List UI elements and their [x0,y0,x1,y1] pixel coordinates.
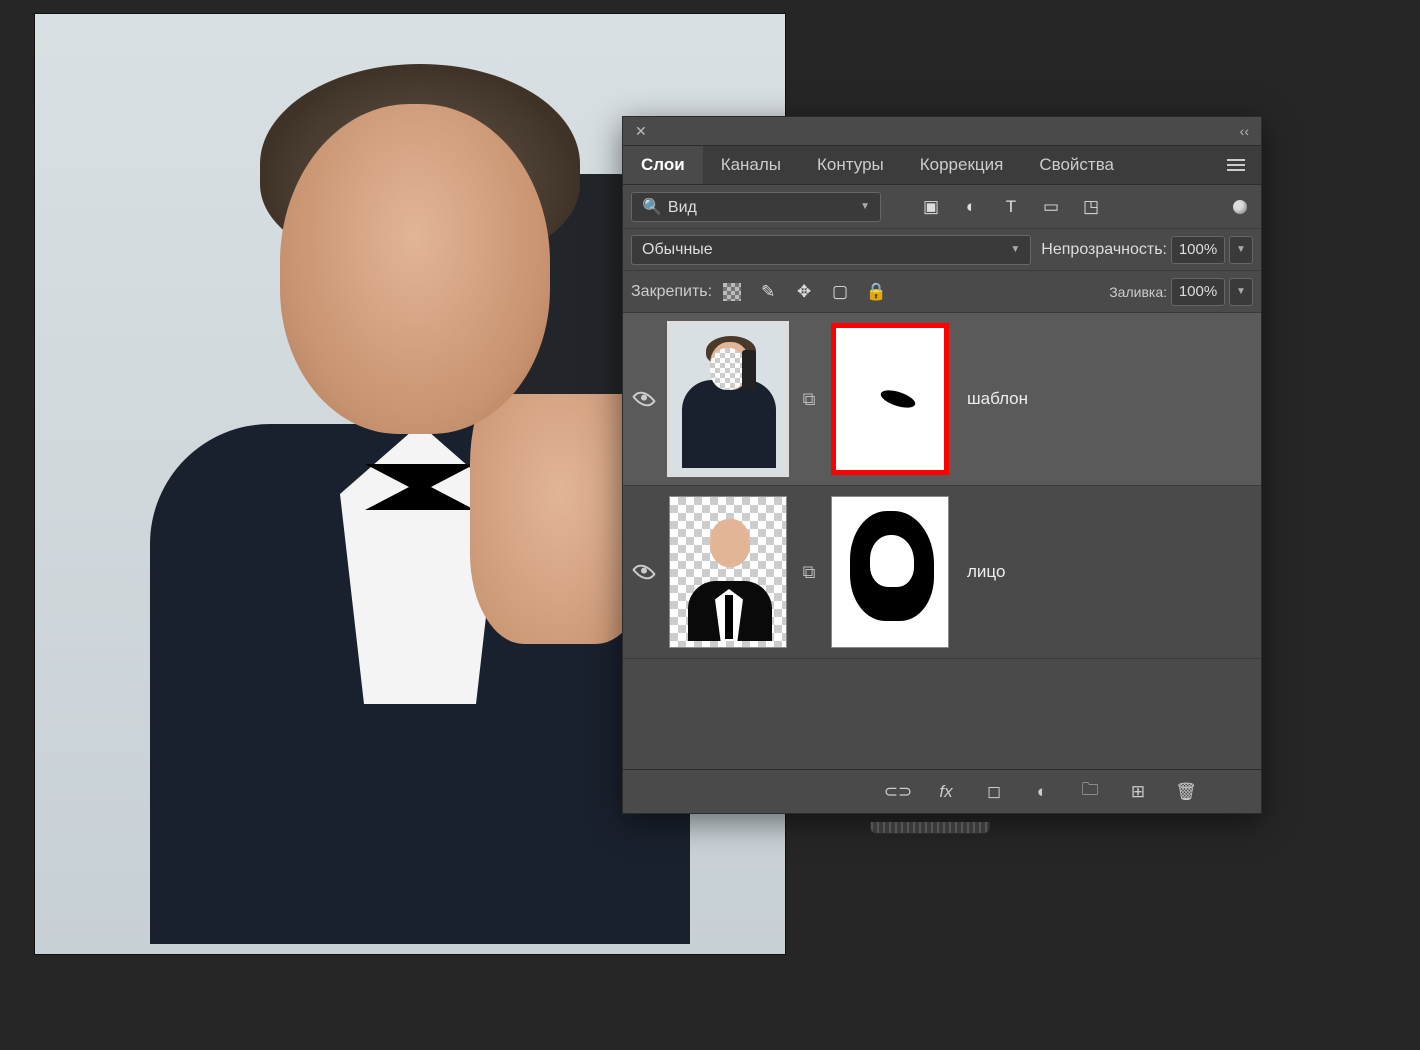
tab-layers[interactable]: Слои [623,146,703,184]
filter-shape-icon[interactable]: ▭ [1041,197,1061,217]
layer-kind-select[interactable]: 🔍 Вид ▼ [631,192,881,222]
mask-link-icon[interactable]: ⧉ [799,558,819,586]
opacity-value[interactable]: 100% [1171,236,1225,264]
lock-brush-icon[interactable]: ✎ [758,282,778,302]
tab-adjustments[interactable]: Коррекция [902,146,1022,184]
layer-name[interactable]: лицо [967,562,1005,582]
filter-image-icon[interactable]: ▣ [921,197,941,217]
layers-list: ⧉ шаблон ⧉ лицо [623,313,1261,659]
visibility-eye-icon[interactable] [632,560,656,584]
layer-mask-thumbnail[interactable] [831,323,949,475]
lock-transparency-icon[interactable] [722,282,742,302]
filter-toggle[interactable] [1233,200,1247,214]
delete-layer-icon[interactable]: 🗑 [1176,782,1196,802]
lock-all-icon[interactable]: 🔒 [866,282,886,302]
new-layer-icon[interactable]: ⊞ [1128,782,1148,802]
fill-value[interactable]: 100% [1171,278,1225,306]
search-icon: 🔍 [642,199,662,216]
blend-row: Обычные ▼ Непрозрачность: 100% ▼ [623,229,1261,271]
layer-style-icon[interactable]: fx [936,782,956,802]
layer-row[interactable]: ⧉ лицо [623,486,1261,659]
opacity-chevron[interactable]: ▼ [1229,236,1253,264]
layer-row[interactable]: ⧉ шаблон [623,313,1261,486]
tab-properties[interactable]: Свойства [1021,146,1132,184]
kind-label: Вид [668,199,697,216]
lock-label: Закрепить: [631,283,712,301]
add-mask-icon[interactable]: ◻ [984,782,1004,802]
collapse-icon[interactable]: ‹‹ [1236,123,1253,139]
chevron-down-icon: ▼ [860,201,870,212]
filter-smart-icon[interactable]: ◳ [1081,197,1101,217]
link-layers-icon[interactable]: ⊂⊃ [888,782,908,802]
fill-label: Заливка: [1109,284,1167,300]
layers-bottom-toolbar: ⊂⊃ fx ◻ ◐ 🗀 ⊞ 🗑 [623,769,1261,813]
layer-thumbnail[interactable] [669,323,787,475]
lock-row: Закрепить: ✎ ✥ ▢ 🔒 Заливка: 100% ▼ [623,271,1261,313]
panel-empty-area[interactable] [623,659,1261,769]
panel-grip[interactable] [870,822,990,834]
fill-chevron[interactable]: ▼ [1229,278,1253,306]
panel-titlebar[interactable]: ✕ ‹‹ [623,117,1261,145]
opacity-label: Непрозрачность: [1041,241,1167,259]
layer-thumbnail[interactable] [669,496,787,648]
tab-paths[interactable]: Контуры [799,146,902,184]
new-group-icon[interactable]: 🗀 [1080,782,1100,802]
close-icon[interactable]: ✕ [631,123,651,140]
chevron-down-icon: ▼ [1010,244,1020,255]
layer-mask-thumbnail[interactable] [831,496,949,648]
tab-channels[interactable]: Каналы [703,146,799,184]
filter-row: 🔍 Вид ▼ ▣ ◐ T ▭ ◳ [623,185,1261,229]
layer-name[interactable]: шаблон [967,389,1028,409]
adjustment-layer-icon[interactable]: ◐ [1032,782,1052,802]
mask-link-icon[interactable]: ⧉ [799,385,819,413]
lock-position-icon[interactable]: ✥ [794,282,814,302]
filter-adjust-icon[interactable]: ◐ [961,197,981,217]
lock-artboard-icon[interactable]: ▢ [830,282,850,302]
layers-panel: ✕ ‹‹ Слои Каналы Контуры Коррекция Свойс… [622,116,1262,814]
blend-mode-value: Обычные [642,241,713,259]
filter-type-icon[interactable]: T [1001,197,1021,217]
panel-tabs: Слои Каналы Контуры Коррекция Свойства [623,145,1261,185]
blend-mode-select[interactable]: Обычные ▼ [631,235,1031,265]
canvas-image [130,44,690,944]
panel-menu-icon[interactable] [1221,153,1251,177]
visibility-eye-icon[interactable] [632,387,656,411]
